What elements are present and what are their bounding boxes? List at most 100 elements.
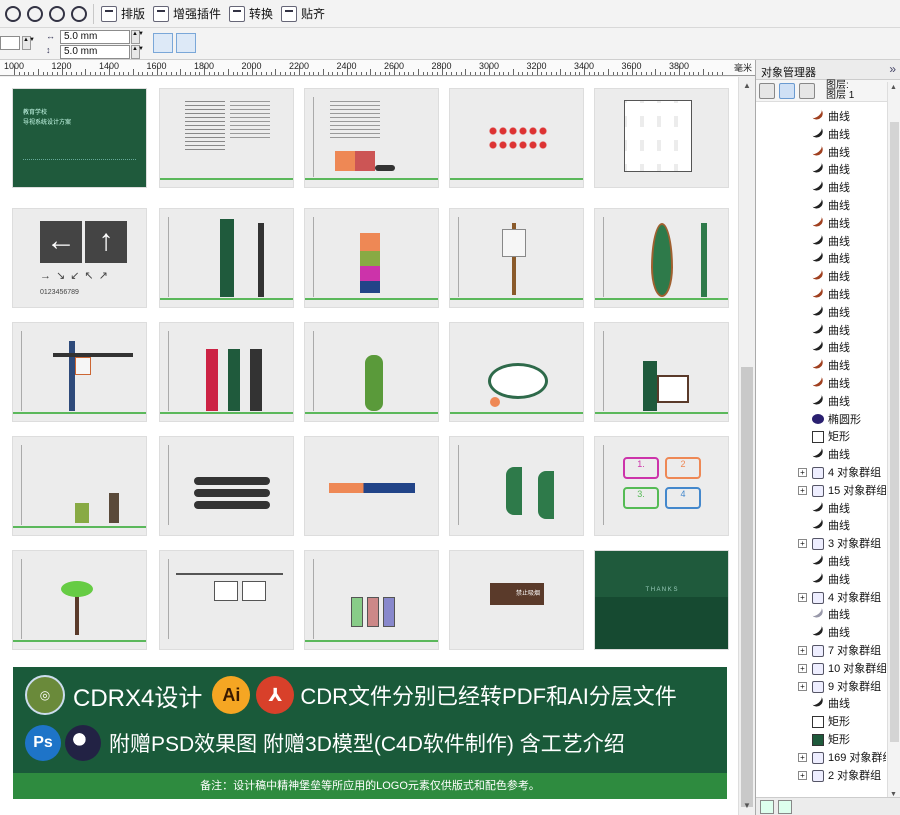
new-master-layer-icon[interactable] bbox=[778, 800, 792, 814]
page-thumb-hanging-sign[interactable] bbox=[13, 323, 146, 421]
page-thumb-three-totems[interactable] bbox=[160, 323, 293, 421]
page-thumb-wall-sign[interactable] bbox=[305, 437, 438, 535]
object-group-row[interactable]: +9 对象群组 bbox=[756, 678, 886, 696]
object-row[interactable]: 曲线 bbox=[756, 232, 886, 251]
object-row[interactable]: 曲线 bbox=[756, 357, 886, 375]
expand-group-icon[interactable]: + bbox=[798, 681, 807, 691]
scroll-down-icon[interactable]: ▼ bbox=[742, 801, 752, 811]
expand-group-icon[interactable]: + bbox=[798, 752, 807, 762]
object-row[interactable]: 椭圆形 bbox=[756, 411, 886, 429]
object-row[interactable]: 曲线 bbox=[756, 179, 886, 197]
object-row[interactable]: 曲线 bbox=[756, 197, 886, 215]
page-thumb-kiosk[interactable] bbox=[595, 323, 728, 421]
page-thumb-standees[interactable] bbox=[305, 551, 438, 649]
page-thumb-sculpture[interactable] bbox=[305, 323, 438, 421]
object-row[interactable]: 曲线 bbox=[756, 517, 886, 535]
page-thumb-ceiling-sign[interactable] bbox=[160, 551, 293, 649]
page-thumb-colorful-totem[interactable] bbox=[305, 209, 438, 307]
nudge-x-input[interactable]: 5.0 mm bbox=[60, 30, 130, 44]
zoom-fit-icon[interactable] bbox=[49, 5, 65, 22]
page-thumb-bins[interactable]: 1. 2 3. 4 bbox=[595, 437, 728, 535]
object-group-row[interactable]: +169 对象群组 bbox=[756, 749, 886, 767]
page-thumb-layout[interactable] bbox=[305, 89, 438, 187]
plugin-button[interactable]: 增强插件 bbox=[149, 2, 225, 26]
object-group-row[interactable]: +15 对象群组 bbox=[756, 482, 886, 500]
object-row[interactable]: 曲线 bbox=[756, 375, 886, 393]
expand-group-icon[interactable]: + bbox=[798, 468, 807, 477]
zoom-selection-icon[interactable] bbox=[71, 5, 87, 22]
object-row[interactable]: 曲线 bbox=[756, 143, 886, 162]
page-thumb-sprout-sign[interactable] bbox=[13, 551, 146, 649]
page-thumb-totem[interactable] bbox=[160, 209, 293, 307]
object-group-row[interactable]: +7 对象群组 bbox=[756, 642, 886, 660]
nudge-y-input[interactable]: 5.0 mm bbox=[60, 45, 130, 59]
page-thumb-text[interactable] bbox=[160, 89, 293, 187]
expand-group-icon[interactable]: + bbox=[798, 646, 807, 655]
edit-across-layers-icon[interactable] bbox=[779, 83, 795, 99]
object-row[interactable]: 矩形 bbox=[756, 428, 886, 446]
object-row[interactable]: 曲线 bbox=[756, 321, 886, 340]
page-thumb-leaf-totem[interactable] bbox=[595, 209, 728, 307]
transform-mode-button[interactable] bbox=[176, 33, 196, 53]
expand-group-icon[interactable]: + bbox=[798, 485, 807, 495]
object-group-row[interactable]: +3 对象群组 bbox=[756, 535, 886, 553]
new-layer-icon[interactable] bbox=[760, 800, 774, 814]
object-group-row[interactable]: +4 对象群组 bbox=[756, 464, 886, 482]
object-group-row[interactable]: +2 对象群组 bbox=[756, 767, 886, 785]
page-thumb-thanks[interactable]: T H A N K S bbox=[595, 551, 728, 649]
position-mode-button[interactable] bbox=[153, 33, 173, 53]
object-row[interactable]: 曲线 bbox=[756, 624, 886, 642]
object-row[interactable]: 曲线 bbox=[756, 570, 886, 589]
object-row[interactable]: 曲线 bbox=[756, 108, 886, 126]
object-row[interactable]: 矩形 bbox=[756, 731, 886, 749]
object-row[interactable]: 曲线 bbox=[756, 392, 886, 411]
layout-button[interactable]: 排版 bbox=[97, 2, 149, 26]
page-thumb-prohibition[interactable] bbox=[450, 89, 583, 187]
object-row[interactable]: 曲线 bbox=[756, 250, 886, 268]
object-row[interactable]: 曲线 bbox=[756, 125, 886, 144]
page-thumb-restroom-sign[interactable] bbox=[450, 437, 583, 535]
expand-group-icon[interactable]: + bbox=[798, 539, 807, 549]
page-thumb-leaf-board[interactable] bbox=[450, 323, 583, 421]
layer-manager-view-icon[interactable] bbox=[799, 83, 815, 99]
expand-group-icon[interactable]: + bbox=[798, 770, 807, 780]
object-row[interactable]: 曲线 bbox=[756, 446, 886, 464]
object-row[interactable]: 曲线 bbox=[756, 303, 886, 322]
object-row[interactable]: 矩形 bbox=[756, 713, 886, 731]
object-row[interactable]: 曲线 bbox=[756, 268, 886, 286]
spin-arrows[interactable]: ▲▼ bbox=[22, 36, 35, 50]
page-thumb-cover[interactable]: 教育学校 导视系统设计方案 bbox=[13, 89, 146, 187]
canvas-vertical-scrollbar[interactable]: ▲ ▼ bbox=[738, 77, 755, 815]
object-group-row[interactable]: +10 对象群组 bbox=[756, 660, 886, 678]
panel-scroll-up-icon[interactable]: ▲ bbox=[890, 84, 897, 91]
zoom-in-icon[interactable] bbox=[5, 5, 21, 22]
page-thumb-lamp-sign[interactable] bbox=[450, 209, 583, 307]
object-row[interactable]: 曲线 bbox=[756, 606, 886, 624]
panel-scroll-thumb[interactable] bbox=[890, 122, 899, 742]
object-row[interactable]: 曲线 bbox=[756, 214, 886, 233]
scroll-thumb[interactable] bbox=[741, 367, 753, 807]
truncated-field[interactable] bbox=[0, 36, 20, 50]
object-row[interactable]: 曲线 bbox=[756, 161, 886, 179]
object-row[interactable]: 曲线 bbox=[756, 553, 886, 571]
page-thumb-lawn-sign[interactable] bbox=[13, 437, 146, 535]
panel-scrollbar[interactable]: ▲ ▼ bbox=[887, 82, 900, 800]
scroll-up-icon[interactable]: ▲ bbox=[742, 81, 752, 91]
object-row[interactable]: 曲线 bbox=[756, 339, 886, 357]
object-row[interactable]: 曲线 bbox=[756, 286, 886, 304]
page-thumb-no-smoking[interactable]: 禁止吸烟 bbox=[450, 551, 583, 649]
expand-group-icon[interactable]: + bbox=[798, 663, 807, 673]
page-thumb-door-plates[interactable] bbox=[160, 437, 293, 535]
page-thumb-pictograms[interactable] bbox=[595, 89, 728, 187]
zoom-out-icon[interactable] bbox=[27, 5, 43, 22]
expand-panel-icon[interactable]: » bbox=[889, 62, 896, 76]
snap-button[interactable]: 贴齐 bbox=[277, 2, 329, 26]
nudge-y-spin[interactable]: ▲▼ bbox=[131, 45, 144, 59]
show-properties-icon[interactable] bbox=[759, 83, 775, 99]
nudge-x-spin[interactable]: ▲▼ bbox=[131, 30, 144, 44]
page-thumb-arrows[interactable]: ← ↑ →↘↙↖↗ 0123456789 bbox=[13, 209, 146, 307]
object-row[interactable]: 曲线 bbox=[756, 499, 886, 518]
drawing-canvas[interactable]: 教育学校 导视系统设计方案 ← ↑ →↘↙↖↗ 0123456789 1. 2 … bbox=[0, 77, 738, 815]
object-row[interactable]: 曲线 bbox=[756, 695, 886, 713]
object-group-row[interactable]: +4 对象群组 bbox=[756, 589, 886, 607]
